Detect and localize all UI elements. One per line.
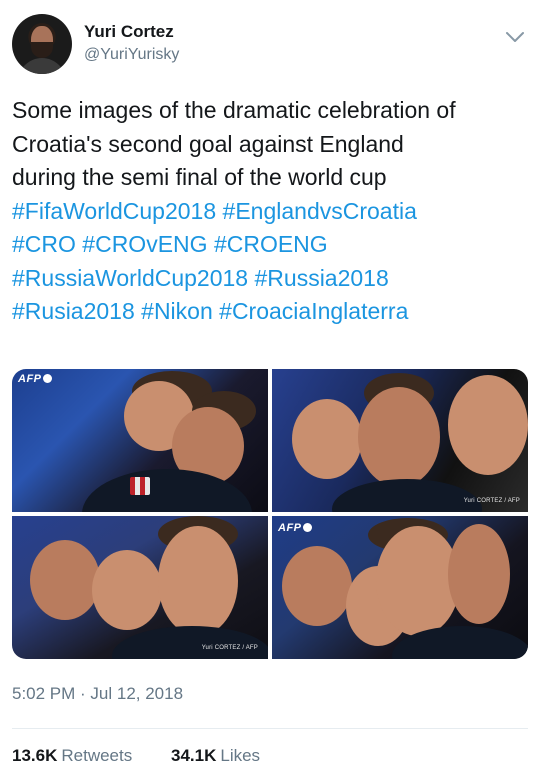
- tweet-header: Yuri Cortez @YuriYurisky: [12, 14, 528, 76]
- tweet-text-line: Croatia's second goal against England: [12, 130, 404, 157]
- afp-watermark: AFP: [18, 373, 52, 385]
- photo-1[interactable]: AFP: [12, 369, 268, 512]
- photo-4[interactable]: AFP: [272, 516, 528, 659]
- hashtag-line: #Rusia2018 #Nikon #CroaciaInglaterra: [12, 295, 528, 329]
- retweets-stat[interactable]: 13.6K Retweets: [12, 746, 132, 766]
- hashtag-line: #CRO #CROvENG #CROENG: [12, 228, 528, 262]
- hashtag-link[interactable]: #CROvENG: [82, 231, 207, 257]
- shirt-shape: [332, 479, 482, 512]
- tweet-text-line: during the semi final of the world cup: [12, 164, 387, 190]
- hashtag-link[interactable]: #EnglandvsCroatia: [223, 198, 417, 224]
- hashtag-link[interactable]: #Nikon: [141, 298, 213, 324]
- afp-watermark-text: AFP: [18, 373, 42, 385]
- hashtag-line: #FifaWorldCup2018 #EnglandvsCroatia: [12, 195, 528, 229]
- face-shape: [292, 399, 362, 479]
- face-shape: [282, 546, 352, 626]
- chevron-down-icon[interactable]: [504, 30, 526, 44]
- retweets-count: 13.6K: [12, 746, 58, 765]
- hashtag-link[interactable]: #FifaWorldCup2018: [12, 198, 216, 224]
- tweet-stats: 13.6K Retweets 34.1K Likes: [12, 746, 294, 766]
- hashtag-link[interactable]: #Rusia2018: [12, 298, 135, 324]
- avatar[interactable]: [12, 14, 72, 74]
- photo-3[interactable]: Yuri CORTEZ / AFP: [12, 516, 268, 659]
- likes-label: Likes: [220, 746, 261, 765]
- afp-watermark-text: AFP: [278, 522, 302, 534]
- likes-count: 34.1K: [170, 746, 217, 765]
- tweet-timestamp[interactable]: 5:02 PM · Jul 12, 2018: [12, 684, 183, 704]
- author-names: Yuri Cortez @YuriYurisky: [84, 22, 179, 66]
- avatar-beard: [31, 42, 53, 58]
- photo-credit: Yuri CORTEZ / AFP: [463, 498, 520, 504]
- hashtag-link[interactable]: #RussiaWorldCup2018: [12, 265, 248, 291]
- fist-shape: [448, 524, 510, 624]
- tweet-text-line: Some images of the dramatic celebration …: [12, 97, 456, 123]
- face-shape: [358, 387, 440, 487]
- hashtag-line: #RussiaWorldCup2018 #Russia2018: [12, 262, 528, 296]
- afp-watermark: AFP: [278, 522, 312, 534]
- photo-credit: Yuri CORTEZ / AFP: [201, 645, 258, 651]
- author-handle[interactable]: @YuriYurisky: [84, 44, 179, 66]
- retweets-label: Retweets: [61, 746, 133, 765]
- hashtag-link[interactable]: #CROENG: [214, 231, 328, 257]
- media-grid: AFP Yuri CORTEZ / AFP Yuri CORTEZ / AFP …: [12, 369, 528, 659]
- face-shape: [30, 540, 100, 620]
- face-shape: [158, 526, 238, 636]
- hashtag-link[interactable]: #CRO: [12, 231, 76, 257]
- divider: [12, 728, 528, 729]
- author-display-name[interactable]: Yuri Cortez: [84, 22, 179, 42]
- hashtag-link[interactable]: #CroaciaInglaterra: [219, 298, 408, 324]
- likes-stat[interactable]: 34.1K Likes: [171, 746, 260, 766]
- face-shape: [92, 550, 162, 630]
- face-shape: [448, 375, 528, 475]
- croatia-crest: [130, 477, 150, 495]
- avatar-shoulders: [18, 58, 66, 74]
- tweet-text: Some images of the dramatic celebration …: [12, 94, 528, 329]
- shirt-shape: [112, 626, 268, 659]
- photo-2[interactable]: Yuri CORTEZ / AFP: [272, 369, 528, 512]
- hashtag-link[interactable]: #Russia2018: [255, 265, 389, 291]
